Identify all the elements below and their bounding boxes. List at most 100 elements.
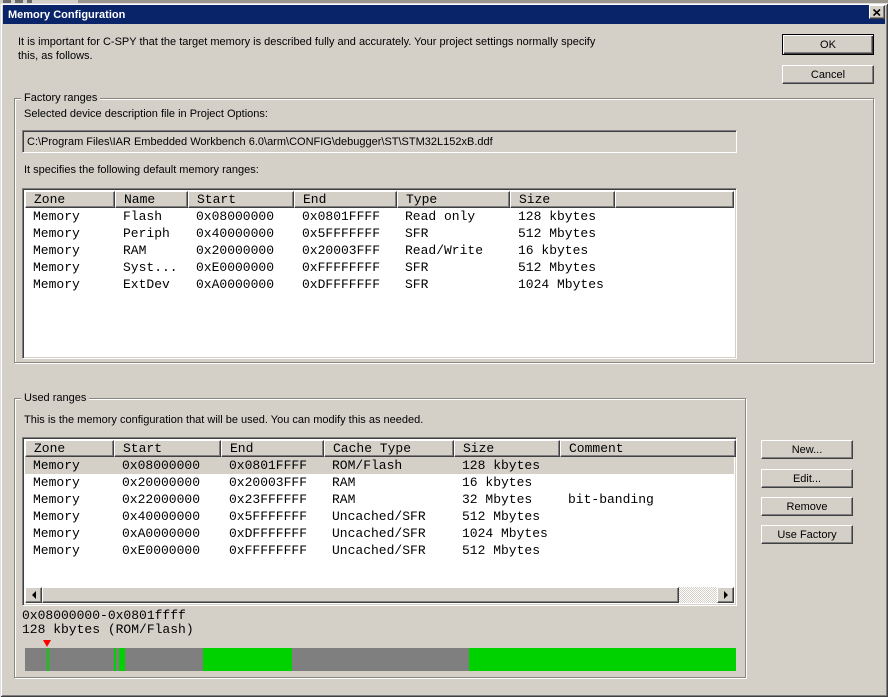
new-button[interactable]: New... xyxy=(761,440,853,459)
table-cell: ROM/Flash xyxy=(324,457,454,474)
table-cell: 0xE0000000 xyxy=(188,259,294,276)
table-row[interactable]: Memory0x200000000x20003FFFRAM16 kbytes xyxy=(25,474,734,491)
selected-range-detail: 128 kbytes (ROM/Flash) xyxy=(22,623,194,636)
column-header[interactable]: Size xyxy=(454,440,560,457)
table-cell: 0x08000000 xyxy=(188,208,294,225)
column-header[interactable]: Name xyxy=(115,191,188,208)
table-cell xyxy=(560,508,736,525)
table-cell: 0x20000000 xyxy=(114,474,221,491)
left-arrow-icon xyxy=(28,591,36,599)
table-cell xyxy=(560,457,736,474)
table-cell: Read only xyxy=(397,208,510,225)
memory-map-used-segment xyxy=(47,648,49,671)
column-header[interactable]: Comment xyxy=(560,440,736,457)
cancel-button[interactable]: Cancel xyxy=(782,65,874,84)
table-cell xyxy=(560,525,736,542)
column-header[interactable]: End xyxy=(221,440,324,457)
table-cell xyxy=(560,542,736,559)
scroll-left-button[interactable] xyxy=(25,587,42,603)
table-cell: 0x20000000 xyxy=(188,242,294,259)
column-header[interactable]: Zone xyxy=(25,440,114,457)
horizontal-scrollbar[interactable] xyxy=(25,587,734,603)
memory-map-used-segment xyxy=(647,648,736,671)
table-cell: 32 Mbytes xyxy=(454,491,560,508)
table-cell: bit-banding xyxy=(560,491,736,508)
table-cell: 0x20003FFF xyxy=(221,474,324,491)
column-header[interactable]: Start xyxy=(188,191,294,208)
factory-ranges-table[interactable]: ZoneNameStartEndTypeSize MemoryFlash0x08… xyxy=(22,188,737,359)
table-cell: SFR xyxy=(397,225,510,242)
column-header-filler xyxy=(736,440,737,457)
used-ranges-table[interactable]: ZoneStartEndCache TypeSizeComment Memory… xyxy=(22,437,737,606)
use-factory-button[interactable]: Use Factory xyxy=(761,525,853,544)
close-icon xyxy=(873,9,881,16)
scroll-right-button[interactable] xyxy=(717,587,734,603)
table-cell: Memory xyxy=(25,276,115,293)
table-row[interactable]: Memory0xA00000000xDFFFFFFFUncached/SFR10… xyxy=(25,525,734,542)
device-file-path: C:\Program Files\IAR Embedded Workbench … xyxy=(27,136,493,148)
default-ranges-label: It specifies the following default memor… xyxy=(24,164,259,176)
table-cell: ExtDev xyxy=(115,276,188,293)
table-cell: Flash xyxy=(115,208,188,225)
right-arrow-icon xyxy=(724,591,732,599)
table-cell: 16 kbytes xyxy=(510,242,615,259)
table-cell: Memory xyxy=(25,474,114,491)
table-cell: Syst... xyxy=(115,259,188,276)
factory-table-header: ZoneNameStartEndTypeSize xyxy=(25,191,734,208)
edit-button[interactable]: Edit... xyxy=(761,469,853,488)
ok-button[interactable]: OK xyxy=(782,34,874,55)
table-row[interactable]: MemoryRAM0x200000000x20003FFFRead/Write1… xyxy=(25,242,734,259)
column-header[interactable]: Cache Type xyxy=(324,440,454,457)
factory-table-body: MemoryFlash0x080000000x0801FFFFRead only… xyxy=(25,208,734,293)
table-row[interactable]: MemoryPeriph0x400000000x5FFFFFFFSFR512 M… xyxy=(25,225,734,242)
memory-map-bar[interactable] xyxy=(25,648,736,671)
table-row[interactable]: MemoryExtDev0xA00000000xDFFFFFFFSFR1024 … xyxy=(25,276,734,293)
table-cell: RAM xyxy=(115,242,188,259)
used-ranges-legend: Used ranges xyxy=(21,392,89,404)
table-row[interactable]: Memory0xE00000000xFFFFFFFFUncached/SFR51… xyxy=(25,542,734,559)
memory-map-used-segment xyxy=(469,648,647,671)
scrollbar-thumb[interactable] xyxy=(42,587,679,603)
title-bar[interactable]: Memory Configuration xyxy=(3,5,885,24)
table-cell: RAM xyxy=(324,474,454,491)
table-cell: Memory xyxy=(25,457,114,474)
table-cell: 512 Mbytes xyxy=(510,225,615,242)
column-header[interactable]: End xyxy=(294,191,397,208)
device-file-path-field[interactable]: C:\Program Files\IAR Embedded Workbench … xyxy=(22,130,737,153)
intro-text: It is important for C-SPY that the targe… xyxy=(18,35,618,63)
column-header[interactable]: Start xyxy=(114,440,221,457)
table-cell: Memory xyxy=(25,525,114,542)
table-cell: 0x22000000 xyxy=(114,491,221,508)
table-cell: 0x0801FFFF xyxy=(294,208,397,225)
column-header[interactable]: Zone xyxy=(25,191,115,208)
table-cell: Memory xyxy=(25,242,115,259)
table-cell: 0x20003FFF xyxy=(294,242,397,259)
table-cell xyxy=(560,474,736,491)
column-header[interactable]: Type xyxy=(397,191,510,208)
table-row[interactable]: Memory0x400000000x5FFFFFFFUncached/SFR51… xyxy=(25,508,734,525)
table-row[interactable]: MemorySyst...0xE00000000xFFFFFFFFSFR512 … xyxy=(25,259,734,276)
remove-button[interactable]: Remove xyxy=(761,497,853,516)
table-cell: 0x5FFFFFFF xyxy=(221,508,324,525)
table-row[interactable]: Memory0x220000000x23FFFFFFRAM32 Mbytesbi… xyxy=(25,491,734,508)
table-cell: 512 Mbytes xyxy=(510,259,615,276)
table-cell: 0xA0000000 xyxy=(188,276,294,293)
table-cell: 0xDFFFFFFF xyxy=(221,525,324,542)
memory-map-used-segment xyxy=(203,648,292,671)
table-cell: 1024 Mbytes xyxy=(454,525,560,542)
table-row[interactable]: Memory0x080000000x0801FFFFROM/Flash128 k… xyxy=(25,457,734,474)
selected-range-address: 0x08000000-0x0801ffff xyxy=(22,609,186,622)
table-cell: 0xE0000000 xyxy=(114,542,221,559)
table-cell: Periph xyxy=(115,225,188,242)
scrollbar-track[interactable] xyxy=(679,587,717,603)
table-cell: Memory xyxy=(25,225,115,242)
table-cell: Uncached/SFR xyxy=(324,508,454,525)
table-cell: 1024 Mbytes xyxy=(510,276,615,293)
table-row[interactable]: MemoryFlash0x080000000x0801FFFFRead only… xyxy=(25,208,734,225)
column-header[interactable]: Size xyxy=(510,191,615,208)
table-cell: 512 Mbytes xyxy=(454,508,560,525)
table-cell: 128 kbytes xyxy=(510,208,615,225)
table-cell: Memory xyxy=(25,542,114,559)
close-button[interactable] xyxy=(869,5,885,19)
column-header-filler xyxy=(615,191,734,208)
